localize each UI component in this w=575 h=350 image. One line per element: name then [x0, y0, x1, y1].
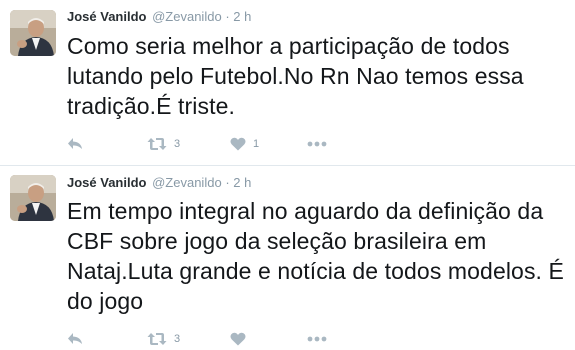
like-button[interactable] [230, 329, 253, 349]
reply-button[interactable] [67, 329, 83, 349]
like-button[interactable]: 1 [230, 134, 259, 154]
reply-button[interactable] [67, 134, 83, 154]
tweet-timestamp[interactable]: 2 h [233, 9, 251, 24]
more-icon [307, 336, 327, 342]
tweet[interactable]: José Vanildo @Zevanildo · 2 h Em tempo i… [0, 166, 575, 350]
more-button[interactable] [307, 329, 327, 349]
author-username[interactable]: @Zevanildo [152, 175, 222, 190]
tweet-actions: 3 1 [67, 134, 367, 154]
heart-icon [230, 137, 246, 151]
retweet-button[interactable]: 3 [147, 134, 180, 154]
avatar[interactable] [10, 10, 56, 56]
tweet-header: José Vanildo @Zevanildo · 2 h [67, 9, 251, 25]
tweet-header: José Vanildo @Zevanildo · 2 h [67, 175, 251, 191]
tweet-actions: 3 [67, 329, 367, 349]
avatar[interactable] [10, 175, 56, 221]
tweet-timestamp[interactable]: 2 h [233, 175, 251, 190]
author-name[interactable]: José Vanildo [67, 9, 146, 24]
retweet-icon [147, 333, 167, 345]
heart-icon [230, 332, 246, 346]
tweet-text: Em tempo integral no aguardo da definiçã… [67, 198, 564, 314]
reply-icon [68, 333, 82, 344]
like-count: 1 [253, 138, 260, 150]
tweet-text: Como seria melhor a participação de todo… [67, 33, 524, 119]
retweet-count: 3 [174, 333, 181, 345]
more-button[interactable] [307, 134, 327, 154]
meta-separator: · [225, 175, 230, 190]
reply-icon [68, 138, 82, 149]
timeline: José Vanildo @Zevanildo · 2 h Como seria… [0, 0, 575, 350]
author-name[interactable]: José Vanildo [67, 175, 146, 190]
more-icon [307, 141, 327, 147]
meta-separator: · [225, 9, 230, 24]
retweet-count: 3 [174, 138, 181, 150]
retweet-icon [147, 138, 167, 150]
tweet[interactable]: José Vanildo @Zevanildo · 2 h Como seria… [0, 0, 575, 165]
author-username[interactable]: @Zevanildo [152, 9, 222, 24]
retweet-button[interactable]: 3 [147, 329, 180, 349]
